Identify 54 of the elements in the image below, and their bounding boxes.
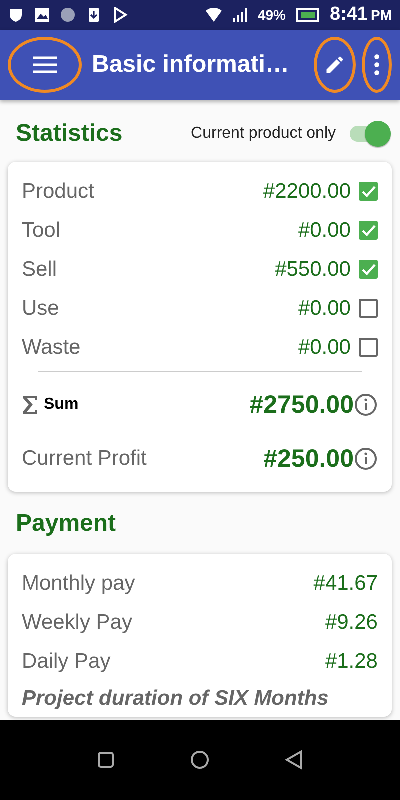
clock-time: 8:41 bbox=[330, 4, 368, 26]
row-value: #0.00 bbox=[298, 296, 351, 320]
profit-value: #250.00 bbox=[264, 444, 354, 474]
edit-button[interactable] bbox=[314, 37, 356, 93]
info-icon[interactable] bbox=[354, 447, 378, 471]
row-label: Daily Pay bbox=[22, 650, 112, 674]
row-value: #9.26 bbox=[325, 610, 378, 634]
row-label: Product bbox=[22, 180, 96, 204]
play-store-icon bbox=[112, 7, 128, 23]
row-label: Tool bbox=[22, 218, 62, 242]
home-icon[interactable] bbox=[190, 750, 210, 770]
clock-ampm: PM bbox=[371, 7, 392, 23]
checkbox[interactable] bbox=[359, 221, 378, 240]
row-value: #0.00 bbox=[298, 218, 351, 242]
info-icon[interactable] bbox=[354, 393, 378, 417]
row-label: Monthly pay bbox=[22, 572, 136, 596]
menu-icon bbox=[33, 56, 57, 74]
battery-icon bbox=[296, 7, 320, 23]
section-title: Payment bbox=[16, 510, 116, 538]
checkbox[interactable] bbox=[359, 182, 378, 201]
back-icon[interactable] bbox=[284, 750, 303, 770]
sum-value: #2750.00 bbox=[250, 390, 354, 420]
download-icon bbox=[86, 7, 102, 23]
row-label: Use bbox=[22, 296, 60, 320]
pencil-icon bbox=[324, 54, 346, 76]
sigma-icon bbox=[22, 395, 38, 415]
row-label: Sell bbox=[22, 258, 58, 282]
image-icon bbox=[34, 7, 50, 23]
menu-button[interactable] bbox=[8, 37, 82, 93]
recents-icon[interactable] bbox=[97, 751, 116, 769]
checkbox[interactable] bbox=[359, 338, 378, 357]
section-title: Statistics bbox=[16, 120, 123, 148]
circle-icon bbox=[60, 7, 76, 23]
more-icon bbox=[374, 54, 380, 76]
row-value: #2200.00 bbox=[263, 180, 351, 204]
row-label: Weekly Pay bbox=[22, 610, 134, 634]
checkbox[interactable] bbox=[359, 260, 378, 279]
row-value: #550.00 bbox=[275, 258, 351, 282]
more-button[interactable] bbox=[362, 37, 392, 93]
row-value: #1.28 bbox=[325, 650, 378, 674]
screen-title: Basic informati… bbox=[91, 51, 290, 79]
toggle-switch[interactable] bbox=[348, 120, 392, 148]
duration-note: Project duration of SIX Months bbox=[22, 687, 330, 711]
wifi-icon bbox=[206, 7, 222, 23]
sum-label: Sum bbox=[44, 396, 80, 414]
row-value: #0.00 bbox=[298, 336, 351, 360]
profit-label: Current Profit bbox=[22, 447, 148, 471]
shield-icon bbox=[8, 7, 24, 23]
signal-icon bbox=[232, 7, 248, 23]
checkbox[interactable] bbox=[359, 299, 378, 318]
battery-percent: 49% bbox=[258, 7, 286, 23]
row-value: #41.67 bbox=[314, 572, 378, 596]
row-label: Waste bbox=[22, 336, 82, 360]
toggle-label: Current product only bbox=[191, 125, 336, 143]
